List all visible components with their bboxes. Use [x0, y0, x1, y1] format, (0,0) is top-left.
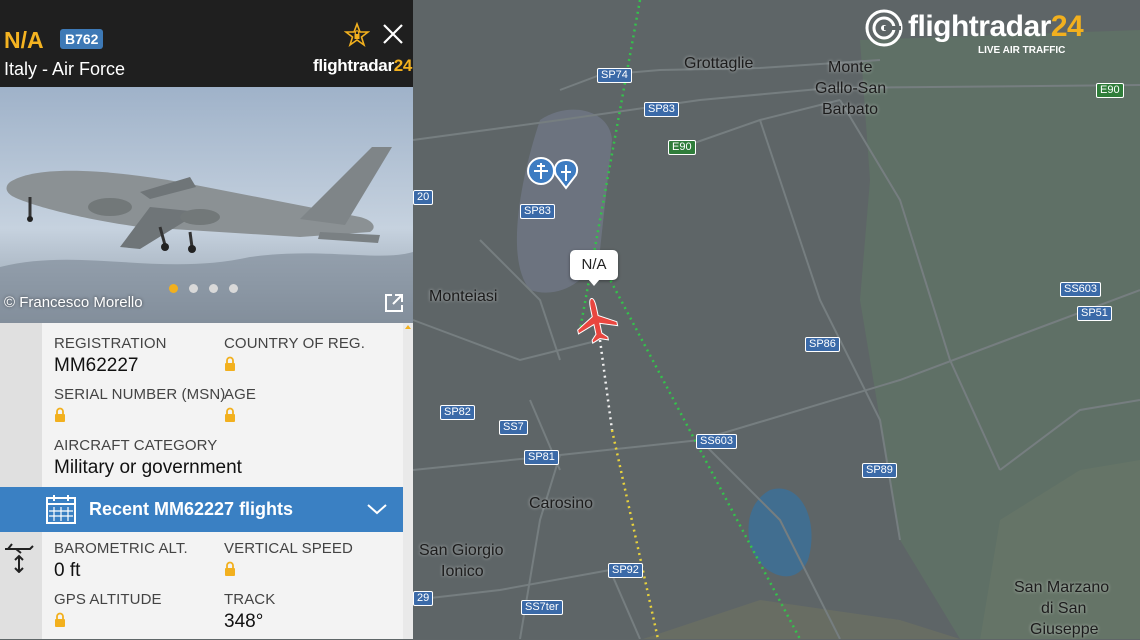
logo-tagline: LIVE AIR TRAFFIC: [978, 45, 1066, 56]
photo-credit: © Francesco Morello: [4, 294, 143, 311]
carousel-dot[interactable]: [189, 284, 198, 293]
registration-value: MM62227: [54, 355, 139, 376]
place-label: Barbato: [822, 101, 879, 118]
altitude-icon: [5, 543, 34, 573]
recent-flights-label: Recent MM62227 flights: [89, 499, 294, 519]
close-icon[interactable]: [381, 22, 405, 46]
road-label: SP92: [608, 563, 643, 578]
panel-scrollbar[interactable]: [403, 323, 413, 639]
lock-icon: [225, 407, 235, 422]
place-label: San Marzano: [1014, 579, 1110, 596]
baro-alt-value: 0 ft: [54, 560, 81, 581]
road-label: 29: [413, 591, 434, 606]
external-link-icon[interactable]: [383, 292, 405, 314]
category-value: Military or government: [54, 457, 242, 478]
callsign: N/A: [4, 27, 44, 53]
track-label: TRACK: [224, 591, 276, 608]
road-label: SS603: [1060, 282, 1102, 297]
road-label: SP51: [1077, 306, 1112, 321]
aircraft-photo-image: [0, 87, 413, 323]
road-label: SP83: [644, 102, 679, 117]
aircraft-info-panel: N/A B762 Italy - Air Force flightradar24: [0, 0, 413, 639]
road-label: E90: [1096, 83, 1124, 98]
place-label: Monte: [828, 59, 873, 76]
road-label: 20: [413, 190, 434, 205]
carousel-dot[interactable]: [169, 284, 178, 293]
logo-accent: 24: [1050, 10, 1084, 43]
road-label: SP74: [597, 68, 632, 83]
radar-logo-icon: [865, 9, 903, 47]
panel-logo: flightradar24: [313, 56, 412, 76]
lock-icon: [55, 612, 65, 627]
carousel-dot[interactable]: [229, 284, 238, 293]
age-label: AGE: [224, 386, 256, 403]
place-label: di San: [1041, 600, 1087, 617]
track-value: 348°: [224, 611, 264, 632]
baro-alt-label: BAROMETRIC ALT.: [54, 540, 188, 557]
lock-icon: [55, 407, 65, 422]
chevron-down-icon: [367, 504, 387, 515]
airport-icon[interactable]: [527, 157, 555, 185]
place-label: Carosino: [529, 495, 594, 512]
road-label: SP83: [520, 204, 555, 219]
aircraft-callout[interactable]: N/A: [570, 250, 618, 286]
panel-logo-accent: 24: [393, 56, 413, 75]
road-label: SP81: [524, 450, 559, 465]
panel-logo-text: flightradar: [313, 56, 394, 75]
country-label: COUNTRY OF REG.: [224, 335, 365, 352]
details-gutter: [0, 323, 42, 487]
lock-icon: [225, 561, 235, 576]
place-label: Ionico: [441, 563, 484, 580]
carousel-dot[interactable]: [209, 284, 218, 293]
place-label: Gallo-San: [815, 80, 887, 97]
panel-header: N/A B762 Italy - Air Force flightradar24: [0, 0, 413, 87]
road-label: SS7: [499, 420, 528, 435]
serial-label: SERIAL NUMBER (MSN): [54, 386, 226, 403]
airline-name: Italy - Air Force: [4, 59, 126, 79]
road-label: SP86: [805, 337, 840, 352]
vertical-speed-label: VERTICAL SPEED: [224, 540, 353, 557]
logo-text: flightradar: [908, 10, 1051, 43]
road-label: SP82: [440, 405, 475, 420]
registration-label: REGISTRATION: [54, 335, 167, 352]
road-label: SS7ter: [521, 600, 563, 615]
aircraft-photo[interactable]: © Francesco Morello: [0, 87, 413, 323]
place-label: Giuseppe: [1030, 621, 1099, 638]
road-label: E90: [668, 140, 696, 155]
road-label: SS603: [696, 434, 738, 449]
place-label: San Giorgio: [419, 542, 504, 559]
road-label: SP89: [862, 463, 897, 478]
aircraft-type-badge: B762: [60, 29, 104, 49]
lock-icon: [225, 356, 235, 371]
place-label: Grottaglie: [684, 55, 754, 72]
scroll-up-arrow-icon[interactable]: [405, 325, 411, 329]
favorite-star-icon[interactable]: [344, 22, 370, 48]
gps-alt-label: GPS ALTITUDE: [54, 591, 162, 608]
calendar-icon: [46, 495, 76, 524]
place-label: Monteiasi: [429, 288, 498, 305]
flightradar-logo: flightradar24 LIVE AIR TRAFFIC: [864, 8, 1084, 58]
category-label: AIRCRAFT CATEGORY: [54, 437, 218, 454]
recent-flights-toggle[interactable]: Recent MM62227 flights: [0, 487, 403, 532]
